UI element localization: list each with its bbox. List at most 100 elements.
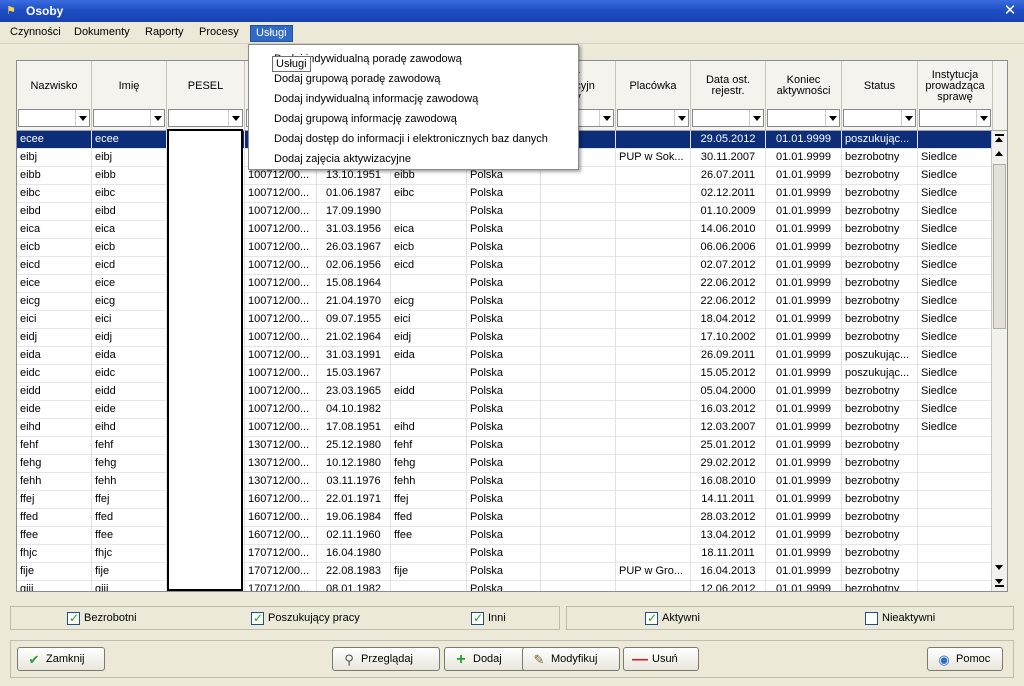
cell-institution bbox=[918, 509, 993, 527]
cell-surname: eibc bbox=[17, 185, 92, 203]
table-row[interactable]: fehf fehf 130712/00... 25.12.1980 fehf Polska… bbox=[17, 437, 993, 455]
dropdown-arrow-icon[interactable] bbox=[825, 110, 839, 126]
cell-last-reg-date: 29.05.2012 bbox=[691, 131, 766, 149]
delete-button[interactable]: — Usuń bbox=[623, 647, 699, 671]
dropdown-arrow-icon[interactable] bbox=[599, 110, 613, 126]
table-row[interactable]: eibd eibd 100712/00... 17.09.1990 Polska 01.1… bbox=[17, 203, 993, 221]
cell-institution: Siedlce bbox=[918, 293, 993, 311]
table-row[interactable]: eibc eibc 100712/00... 01.06.1987 eibc Polska… bbox=[17, 185, 993, 203]
vertical-scrollbar[interactable] bbox=[991, 131, 1007, 591]
table-row[interactable]: gijj gijj 170712/00... 08.01.1982 Polska 12.0… bbox=[17, 581, 993, 591]
table-row[interactable]: eica eica 100712/00... 31.03.1956 eica Polska… bbox=[17, 221, 993, 239]
scroll-up-icon[interactable] bbox=[993, 147, 1006, 160]
column-filter[interactable] bbox=[168, 109, 243, 127]
menu-procesy[interactable]: Procesy bbox=[197, 25, 241, 42]
column-filter[interactable] bbox=[767, 109, 840, 127]
table-row[interactable]: eici eici 100712/00... 09.07.1955 eici Polska… bbox=[17, 311, 993, 329]
cell-col-4: 100712/00... bbox=[245, 401, 317, 419]
cell-activity-end: 01.01.9999 bbox=[766, 491, 842, 509]
header-institution[interactable]: Instytucja prowadząca sprawę bbox=[918, 61, 993, 131]
table-row[interactable]: eihd eihd 100712/00... 17.08.1951 eihd Polska… bbox=[17, 419, 993, 437]
cell-first-name: ffed bbox=[92, 509, 167, 527]
dropdown-arrow-icon[interactable] bbox=[674, 110, 688, 126]
header-first-name[interactable]: Imię bbox=[92, 61, 167, 131]
cell-col-8 bbox=[541, 437, 616, 455]
table-row[interactable]: eidc eidc 100712/00... 15.03.1967 Polska 15.0… bbox=[17, 365, 993, 383]
column-filter[interactable] bbox=[93, 109, 165, 127]
scroll-down-icon[interactable] bbox=[993, 561, 1006, 574]
table-row[interactable]: ffej ffej 160712/00... 22.01.1971 ffej Polska… bbox=[17, 491, 993, 509]
menu-item-group-counseling[interactable]: Dodaj grupową poradę zawodową bbox=[274, 69, 440, 89]
column-filter[interactable] bbox=[843, 109, 916, 127]
table-row[interactable]: eide eide 100712/00... 04.10.1982 Polska 16.0… bbox=[17, 401, 993, 419]
table-row[interactable]: eida eida 100712/00... 31.03.1991 eida Polska… bbox=[17, 347, 993, 365]
table-row[interactable]: eicb eicb 100712/00... 26.03.1967 eicb Polska… bbox=[17, 239, 993, 257]
header-surname[interactable]: Nazwisko bbox=[17, 61, 92, 131]
table-row[interactable]: eicg eicg 100712/00... 21.04.1970 eicg Polska… bbox=[17, 293, 993, 311]
checkbox-unemployed[interactable] bbox=[67, 611, 80, 625]
scroll-thumb[interactable] bbox=[993, 164, 1006, 329]
cell-branch bbox=[616, 527, 691, 545]
column-filter[interactable] bbox=[919, 109, 991, 127]
cell-status: bezrobotny bbox=[842, 455, 918, 473]
scroll-top-icon[interactable] bbox=[993, 133, 1006, 146]
checkbox-job-seekers[interactable] bbox=[251, 611, 264, 625]
cell-activity-end: 01.01.9999 bbox=[766, 275, 842, 293]
help-button[interactable]: ◉ Pomoc bbox=[927, 647, 1003, 671]
checkbox-inactive[interactable] bbox=[865, 612, 878, 625]
dropdown-arrow-icon[interactable] bbox=[75, 110, 89, 126]
table-row[interactable]: eice eice 100712/00... 15.08.1964 Polska 22.0… bbox=[17, 275, 993, 293]
menu-item-individual-information[interactable]: Dodaj indywidualną informację zawodową bbox=[274, 89, 478, 109]
menu-item-group-information[interactable]: Dodaj grupową informację zawodową bbox=[274, 109, 457, 129]
table-row[interactable]: eidd eidd 100712/00... 23.03.1965 eidd Polska… bbox=[17, 383, 993, 401]
table-row[interactable]: eidj eidj 100712/00... 21.02.1964 eidj Polska… bbox=[17, 329, 993, 347]
header-activity-end[interactable]: Koniec aktywności bbox=[766, 61, 842, 131]
column-filter[interactable] bbox=[617, 109, 689, 127]
modify-button[interactable]: ✎ Modyfikuj bbox=[522, 647, 620, 671]
cell-col-5: 04.10.1982 bbox=[317, 401, 391, 419]
cell-col-6: eicb bbox=[391, 239, 467, 257]
header-branch[interactable]: Placówka bbox=[616, 61, 691, 131]
dropdown-arrow-icon[interactable] bbox=[749, 110, 763, 126]
cell-first-name: eica bbox=[92, 221, 167, 239]
menu-czynnosci[interactable]: Czynności bbox=[8, 25, 63, 42]
menu-item-database-access[interactable]: Dodaj dostęp do informacji i elektronicz… bbox=[274, 129, 548, 149]
header-pesel[interactable]: PESEL bbox=[167, 61, 245, 131]
table-row[interactable]: fehh fehh 130712/00... 03.11.1976 fehh Polska… bbox=[17, 473, 993, 491]
scroll-bottom-icon[interactable] bbox=[993, 575, 1006, 588]
cell-col-4: 160712/00... bbox=[245, 491, 317, 509]
column-filter[interactable] bbox=[18, 109, 90, 127]
header-status[interactable]: Status bbox=[842, 61, 918, 131]
menu-dokumenty[interactable]: Dokumenty bbox=[72, 25, 132, 42]
cell-col-7: Polska bbox=[467, 239, 541, 257]
close-button[interactable]: ✔ Zamknij bbox=[17, 647, 105, 671]
cell-last-reg-date: 16.04.2013 bbox=[691, 563, 766, 581]
dropdown-arrow-icon[interactable] bbox=[901, 110, 915, 126]
close-icon[interactable]: ✕ bbox=[1002, 3, 1018, 19]
dropdown-arrow-icon[interactable] bbox=[976, 110, 990, 126]
table-row[interactable]: fhjc fhjc 170712/00... 16.04.1980 Polska 18.1… bbox=[17, 545, 993, 563]
cell-last-reg-date: 16.03.2012 bbox=[691, 401, 766, 419]
table-row[interactable]: fehg fehg 130712/00... 10.12.1980 fehg Polska… bbox=[17, 455, 993, 473]
menu-item-activation-classes[interactable]: Dodaj zajęcia aktywizacyjne bbox=[274, 149, 411, 169]
checkbox-active[interactable] bbox=[645, 611, 658, 625]
checkbox-others[interactable] bbox=[471, 611, 484, 625]
column-filter[interactable] bbox=[692, 109, 764, 127]
header-last-reg-date[interactable]: Data ost. rejestr. bbox=[691, 61, 766, 131]
cell-status: bezrobotny bbox=[842, 419, 918, 437]
add-button[interactable]: + Dodaj bbox=[444, 647, 528, 671]
cell-first-name: eibc bbox=[92, 185, 167, 203]
menu-tooltip: Usługi bbox=[272, 56, 311, 72]
cell-first-name: eidc bbox=[92, 365, 167, 383]
table-row[interactable]: eicd eicd 100712/00... 02.06.1956 eicd Polska… bbox=[17, 257, 993, 275]
cell-activity-end: 01.01.9999 bbox=[766, 401, 842, 419]
menu-uslugi[interactable]: Usługi bbox=[250, 25, 293, 42]
table-row[interactable]: fije fije 170712/00... 22.08.1983 fije Polska… bbox=[17, 563, 993, 581]
table-row[interactable]: ffed ffed 160712/00... 19.06.1984 ffed Polska… bbox=[17, 509, 993, 527]
menu-raporty[interactable]: Raporty bbox=[143, 25, 186, 42]
table-row[interactable]: ffee ffee 160712/00... 02.11.1960 ffee Polska… bbox=[17, 527, 993, 545]
dropdown-arrow-icon[interactable] bbox=[228, 110, 242, 126]
cell-first-name: eibb bbox=[92, 167, 167, 185]
dropdown-arrow-icon[interactable] bbox=[150, 110, 164, 126]
browse-button[interactable]: ⚲ Przeglądaj bbox=[332, 647, 440, 671]
